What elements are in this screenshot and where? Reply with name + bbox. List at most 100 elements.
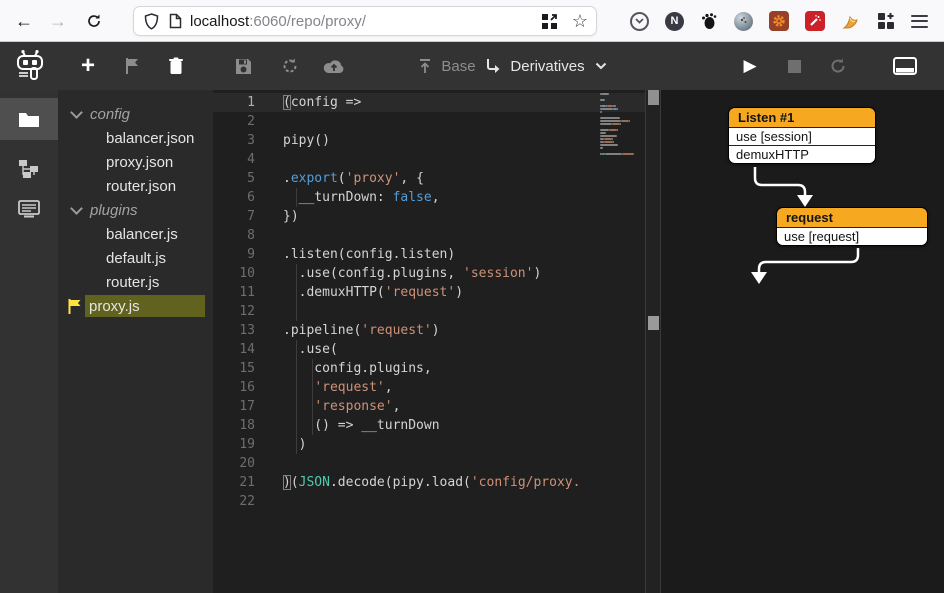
rail-item-console-log[interactable] <box>0 188 58 230</box>
flame-icon[interactable] <box>841 12 861 30</box>
reload-button[interactable] <box>80 7 108 35</box>
pipy-logo[interactable] <box>8 42 52 90</box>
play-button[interactable]: ▶ <box>735 42 765 90</box>
orb-icon[interactable] <box>734 12 753 31</box>
minimap-line <box>600 102 644 104</box>
code-line-12[interactable]: 12 <box>213 302 645 321</box>
tree-item-balancer-js[interactable]: balancer.js <box>58 222 213 246</box>
code-line-19[interactable]: 19 ) <box>213 435 645 454</box>
code-line-18[interactable]: 18 () => __turnDown <box>213 416 645 435</box>
code-line-6[interactable]: 6 __turnDown: false, <box>213 188 645 207</box>
page-icon[interactable] <box>169 13 182 29</box>
code-line-13[interactable]: 13 .pipeline('request') <box>213 321 645 340</box>
cloud-upload-button[interactable] <box>317 42 351 90</box>
back-button[interactable]: ← <box>10 7 38 35</box>
line-number: 13 <box>213 321 255 340</box>
tree-item-label: default.js <box>106 250 166 267</box>
minimap-line <box>600 117 644 119</box>
sidebar-rail <box>0 90 58 593</box>
console-icon <box>893 57 917 75</box>
code-line-2[interactable]: 2 <box>213 112 645 131</box>
line-number: 8 <box>213 226 255 245</box>
pipeline-filter-row: demuxHTTP <box>729 145 875 163</box>
pipeline-box-Listen-1: Listen #1use [session]demuxHTTP <box>728 107 876 164</box>
chevron-down-icon[interactable] <box>70 202 83 215</box>
code-line-1[interactable]: 1(config => <box>213 93 645 112</box>
url-bar[interactable]: localhost:6060/repo/proxy/ ☆ <box>133 6 597 36</box>
line-number: 22 <box>213 492 255 511</box>
tree-item-router-js[interactable]: router.js <box>58 270 213 294</box>
reset-button[interactable] <box>274 42 306 90</box>
derivative-arrow-icon <box>485 58 501 74</box>
delete-button[interactable] <box>160 42 192 90</box>
tree-item-label: plugins <box>90 202 138 219</box>
code-line-10[interactable]: 10 .use(config.plugins, 'session') <box>213 264 645 283</box>
tree-item-proxy-json[interactable]: proxy.json <box>58 150 213 174</box>
code-line-8[interactable]: 8 <box>213 226 645 245</box>
tree-item-router-json[interactable]: router.json <box>58 174 213 198</box>
code-line-21[interactable]: 21)(JSON.decode(pipy.load('config/proxy. <box>213 473 645 492</box>
noscript-icon[interactable]: N <box>665 12 684 31</box>
bookmark-star-icon[interactable]: ☆ <box>572 13 588 30</box>
shield-icon[interactable] <box>144 13 159 30</box>
splitter-handle[interactable] <box>648 316 659 330</box>
tree-item-label: proxy.js <box>89 298 140 315</box>
stop-button[interactable] <box>779 42 809 90</box>
flag-button[interactable] <box>116 42 148 90</box>
extensions-icon[interactable] <box>877 12 895 30</box>
minimap-line <box>600 120 644 122</box>
minimap-line <box>600 135 644 137</box>
grid-pin-icon[interactable] <box>541 13 558 30</box>
code-line-4[interactable]: 4 <box>213 150 645 169</box>
base-label: Base <box>441 58 475 75</box>
add-button[interactable]: + <box>72 42 104 90</box>
minimap[interactable] <box>600 93 644 159</box>
restart-button[interactable] <box>823 42 853 90</box>
code-text: .pipeline('request') <box>283 321 440 340</box>
tree-item-balancer-json[interactable]: balancer.json <box>58 126 213 150</box>
gnome-foot-icon[interactable] <box>700 12 718 30</box>
chevron-down-icon <box>595 62 607 70</box>
line-number: 12 <box>213 302 255 321</box>
rail-item-files[interactable] <box>0 98 58 140</box>
minimap-line <box>600 141 644 143</box>
chevron-down-icon[interactable] <box>70 106 83 119</box>
line-number: 20 <box>213 454 255 473</box>
forward-button[interactable]: → <box>44 7 72 35</box>
code-line-22[interactable]: 22 <box>213 492 645 511</box>
save-icon <box>235 58 252 75</box>
code-editor[interactable]: 1(config =>23pipy()45.export('proxy', {6… <box>213 90 645 593</box>
line-number: 14 <box>213 340 255 359</box>
tree-item-plugins[interactable]: plugins <box>58 198 213 222</box>
derivatives-selector[interactable]: Derivatives <box>476 42 616 90</box>
code-text: ) <box>283 435 306 454</box>
rail-item-flow[interactable] <box>0 148 58 190</box>
menu-icon[interactable] <box>911 15 928 28</box>
console-button[interactable] <box>888 42 922 90</box>
code-line-20[interactable]: 20 <box>213 454 645 473</box>
tree-item-proxy-js[interactable]: proxy.js <box>58 294 213 318</box>
save-button[interactable] <box>227 42 259 90</box>
code-text: .use(config.plugins, 'session') <box>283 264 541 283</box>
scrollbar-thumb-top[interactable] <box>648 90 659 105</box>
code-line-17[interactable]: 17 'response', <box>213 397 645 416</box>
code-line-16[interactable]: 16 'request', <box>213 378 645 397</box>
base-selector[interactable]: Base <box>412 42 482 90</box>
code-line-5[interactable]: 5.export('proxy', { <box>213 169 645 188</box>
pipeline-filter-row: use [session] <box>729 127 875 145</box>
matched-bracket: ( <box>283 95 291 110</box>
pocket-icon[interactable] <box>630 12 649 31</box>
line-number: 5 <box>213 169 255 188</box>
code-text: 'response', <box>283 397 400 416</box>
tree-item-default-js[interactable]: default.js <box>58 246 213 270</box>
tree-item-config[interactable]: config <box>58 102 213 126</box>
code-line-11[interactable]: 11 .demuxHTTP('request') <box>213 283 645 302</box>
wand-icon[interactable] <box>805 11 825 31</box>
code-line-3[interactable]: 3pipy() <box>213 131 645 150</box>
code-line-14[interactable]: 14 .use( <box>213 340 645 359</box>
code-line-15[interactable]: 15 config.plugins, <box>213 359 645 378</box>
restart-icon <box>829 57 847 75</box>
code-line-7[interactable]: 7}) <box>213 207 645 226</box>
code-line-9[interactable]: 9.listen(config.listen) <box>213 245 645 264</box>
gear-icon[interactable] <box>769 11 789 31</box>
